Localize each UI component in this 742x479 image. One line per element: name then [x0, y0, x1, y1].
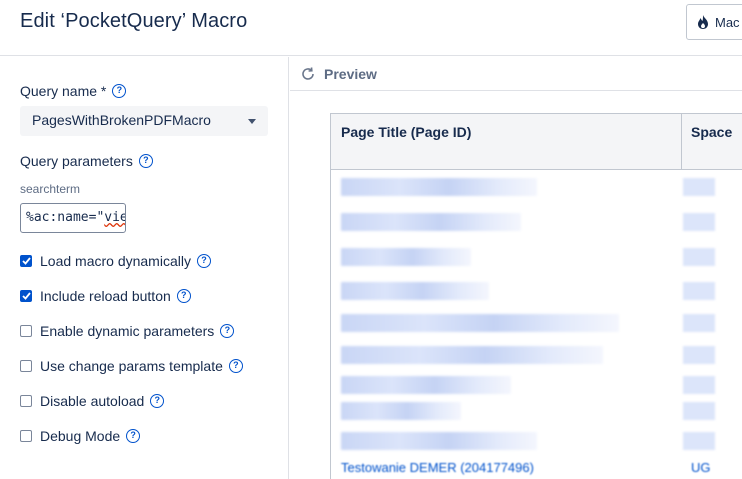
space-link[interactable]: UG	[691, 460, 711, 475]
checkbox[interactable]	[20, 325, 32, 337]
option-disable-autoload[interactable]: Disable autoload ?	[20, 393, 165, 409]
help-icon[interactable]: ?	[150, 394, 165, 408]
searchterm-input[interactable]: %ac:name="vie	[20, 203, 126, 233]
table-row[interactable]	[341, 314, 619, 332]
help-icon[interactable]: ?	[138, 154, 153, 168]
macro-parameters-panel: Query name * ? PagesWithBrokenPDFMacro Q…	[0, 57, 289, 479]
table-row[interactable]	[341, 213, 521, 231]
table-cell[interactable]	[683, 178, 715, 196]
table-cell[interactable]	[683, 346, 715, 364]
param-name-label: searchterm	[20, 182, 81, 196]
help-icon[interactable]: ?	[228, 359, 243, 373]
help-icon[interactable]: ?	[176, 289, 191, 303]
dialog-title: Edit ‘PocketQuery’ Macro	[20, 10, 248, 32]
flame-icon	[698, 15, 708, 29]
table-row[interactable]	[341, 346, 603, 364]
help-icon[interactable]: ?	[220, 324, 235, 338]
query-parameters-label: Query parameters ?	[20, 153, 153, 169]
checkbox[interactable]	[20, 430, 32, 442]
column-header-page-title[interactable]: Page Title (Page ID)	[341, 124, 471, 140]
checkbox[interactable]	[20, 395, 32, 407]
preview-toolbar: Preview	[290, 57, 742, 91]
table-cell[interactable]	[683, 432, 715, 450]
table-row[interactable]	[341, 248, 471, 266]
table-row[interactable]	[341, 178, 537, 196]
table-row[interactable]	[341, 402, 461, 420]
query-name-label: Query name * ?	[20, 83, 127, 99]
column-header-space[interactable]: Space	[691, 124, 732, 140]
table-row[interactable]	[341, 282, 489, 300]
table-cell[interactable]	[683, 248, 715, 266]
preview-label: Preview	[324, 65, 377, 82]
table-cell[interactable]	[683, 314, 715, 332]
help-icon[interactable]: ?	[196, 254, 211, 268]
page-title-link[interactable]: Testowanie DEMER (204177496)	[341, 460, 534, 475]
macro-button[interactable]: Mac	[686, 4, 742, 40]
query-name-value: PagesWithBrokenPDFMacro	[32, 112, 211, 128]
table-cell[interactable]	[683, 282, 715, 300]
help-icon[interactable]: ?	[112, 84, 127, 98]
chevron-down-icon	[248, 119, 256, 124]
preview-table: Page Title (Page ID) Space Testowanie DE…	[330, 113, 742, 479]
checkbox[interactable]	[20, 360, 32, 372]
table-cell[interactable]	[683, 402, 715, 420]
query-name-select[interactable]: PagesWithBrokenPDFMacro	[20, 106, 268, 136]
table-cell[interactable]	[683, 213, 715, 231]
table-row[interactable]	[341, 376, 511, 394]
option-load-macro-dynamically[interactable]: Load macro dynamically ?	[20, 253, 211, 269]
checkbox[interactable]	[20, 255, 32, 267]
refresh-icon[interactable]	[300, 66, 316, 82]
help-icon[interactable]: ?	[126, 429, 141, 443]
table-header: Page Title (Page ID) Space	[331, 114, 742, 170]
checkbox[interactable]	[20, 290, 32, 302]
option-include-reload-button[interactable]: Include reload button ?	[20, 288, 191, 304]
dialog-header: Edit ‘PocketQuery’ Macro Mac	[0, 0, 742, 56]
preview-panel: Preview Page Title (Page ID) Space Testo…	[290, 57, 742, 479]
option-debug-mode[interactable]: Debug Mode ?	[20, 428, 141, 444]
table-cell[interactable]	[683, 376, 715, 394]
option-enable-dynamic-parameters[interactable]: Enable dynamic parameters ?	[20, 323, 235, 339]
option-use-change-params-template[interactable]: Use change params template ?	[20, 358, 243, 374]
macro-button-label: Mac	[715, 14, 740, 30]
table-row[interactable]	[341, 432, 537, 450]
